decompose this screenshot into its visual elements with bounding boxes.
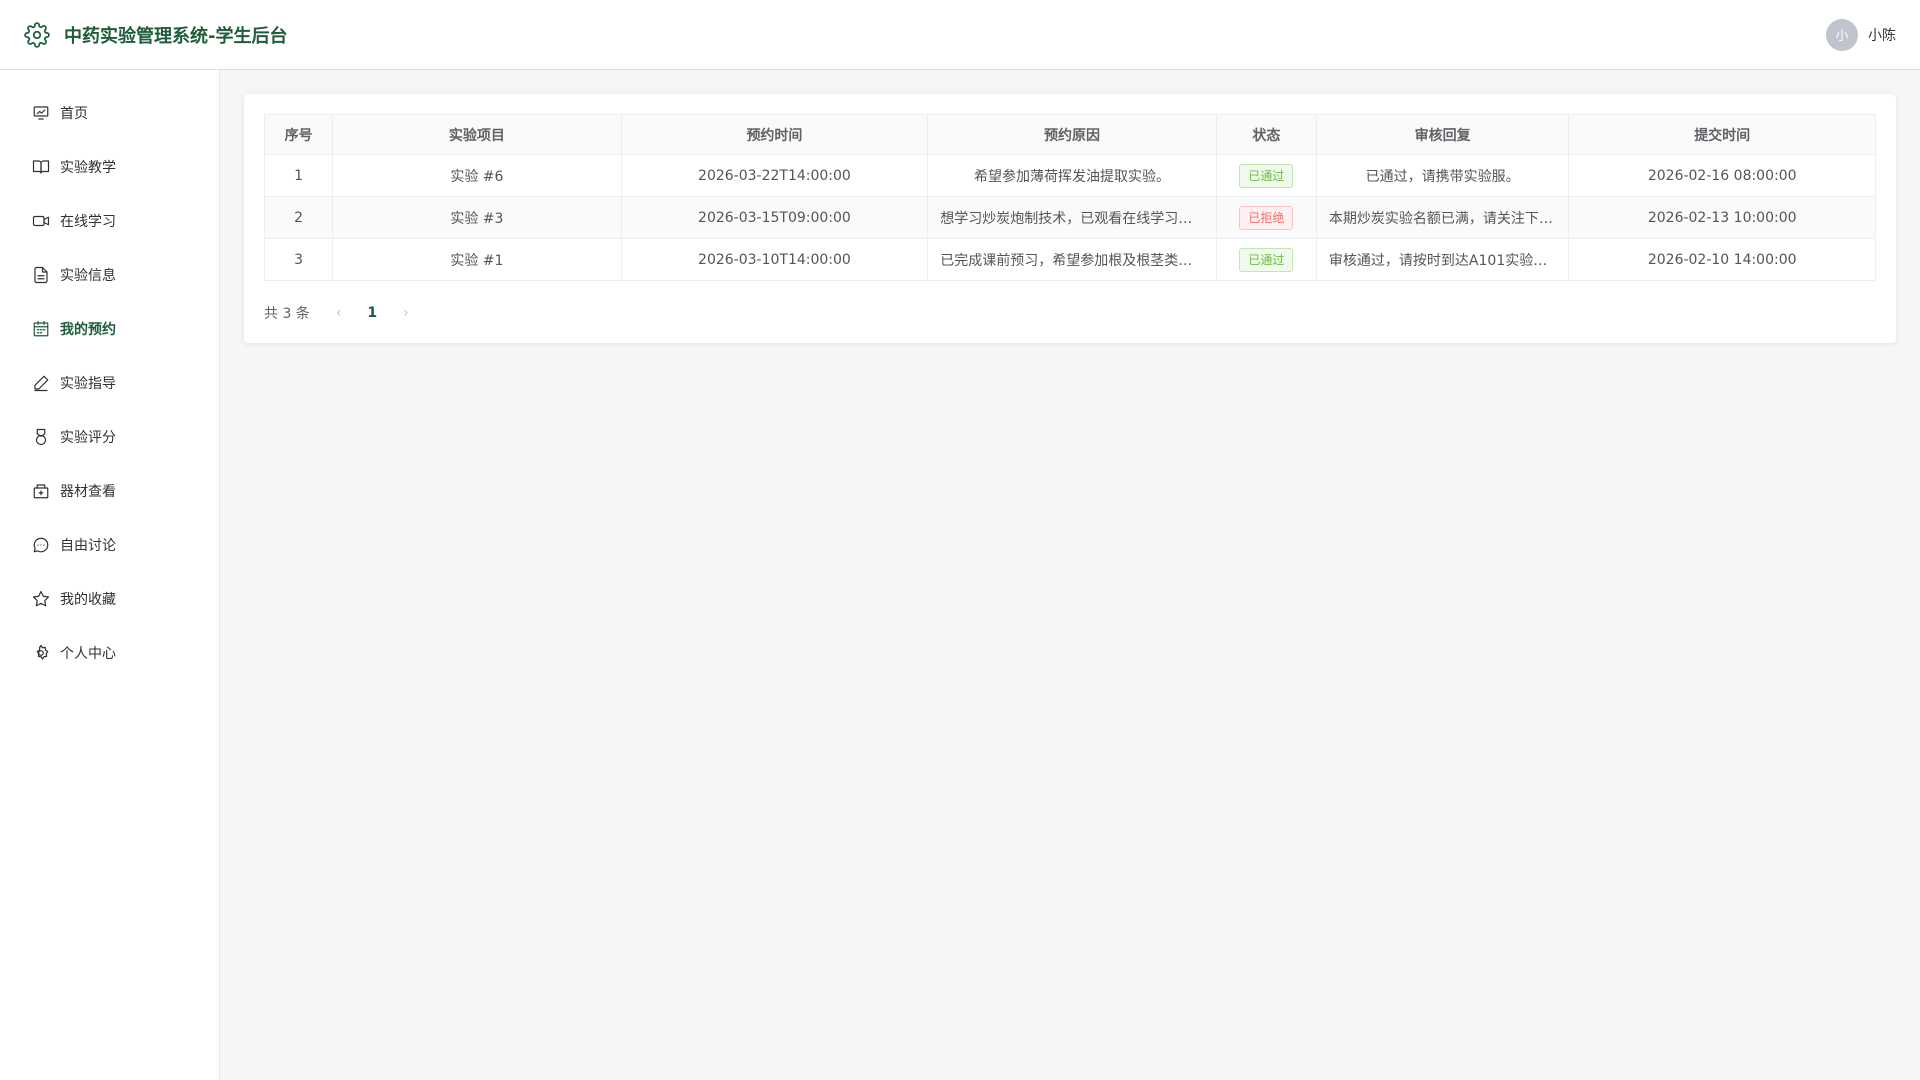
cell-reason: 希望参加薄荷挥发油提取实验。	[927, 154, 1217, 197]
sidebar-item-label: 首页	[60, 106, 88, 122]
cell-status: 已通过	[1215, 238, 1317, 281]
settings-icon	[36, 644, 49, 660]
book-icon	[32, 160, 50, 174]
home-chart-icon	[33, 106, 49, 120]
cell-index: 1	[263, 154, 334, 197]
cell-reply: 审核通过，请按时到达A101实验…	[1315, 238, 1570, 281]
sidebar-item-experiment-info[interactable]: 实验信息	[0, 248, 219, 302]
column-header-index: 序号	[263, 114, 334, 155]
sidebar-item-label: 实验教学	[60, 160, 116, 176]
cell-reply: 本期炒炭实验名额已满，请关注下…	[1315, 196, 1570, 239]
cell-status: 已通过	[1215, 154, 1317, 197]
cell-project: 实验 #6	[332, 154, 622, 197]
sidebar-item-teaching[interactable]: 实验教学	[0, 140, 219, 194]
sidebar-item-equipment[interactable]: 器材查看	[0, 464, 219, 518]
cell-index: 2	[263, 196, 334, 239]
pagination-total: 共 3 条	[264, 306, 310, 322]
sidebar-item-label: 实验评分	[60, 430, 116, 446]
status-badge: 已通过	[1239, 163, 1294, 188]
column-header-project: 实验项目	[332, 114, 622, 155]
cell-project: 实验 #1	[332, 238, 622, 281]
cell-reply: 已通过，请携带实验服。	[1315, 154, 1570, 197]
brand: 中药实验管理系统-学生后台	[24, 21, 288, 48]
username[interactable]: 小陈	[1868, 25, 1896, 45]
column-header-reply: 审核回复	[1315, 114, 1570, 155]
cell-reservation-time: 2026-03-22T14:00:00	[620, 154, 929, 197]
column-header-status: 状态	[1215, 114, 1317, 155]
sidebar-item-discussion[interactable]: 自由讨论	[0, 518, 219, 572]
calendar-icon	[33, 320, 49, 337]
cell-submitted-time: 2026-02-10 14:00:00	[1568, 238, 1876, 281]
reservations-table: 序号 实验项目 预约时间 预约原因 状态 审核回复 提交时间 1 实验 #6 2…	[263, 114, 1876, 281]
column-header-reason: 预约原因	[927, 114, 1217, 155]
sidebar-item-label: 我的收藏	[60, 592, 116, 608]
sidebar-item-label: 在线学习	[60, 214, 116, 230]
video-camera-icon	[32, 215, 50, 227]
pagination: 共 3 条 ‹ 1 ›	[264, 303, 1876, 323]
cell-index: 3	[263, 238, 334, 281]
page-number-button[interactable]: 1	[367, 305, 377, 321]
sidebar-item-favorites[interactable]: 我的收藏	[0, 572, 219, 626]
box-icon	[33, 484, 49, 499]
status-badge: 已拒绝	[1239, 205, 1294, 230]
cell-submitted-time: 2026-02-16 08:00:00	[1568, 154, 1876, 197]
sidebar-item-label: 实验信息	[60, 268, 116, 284]
sidebar-item-label: 自由讨论	[60, 538, 116, 554]
edit-pen-icon	[34, 375, 49, 392]
status-badge: 已通过	[1239, 247, 1294, 272]
cell-reason: 想学习炒炭炮制技术，已观看在线学习…	[927, 196, 1217, 239]
sidebar-item-label: 个人中心	[60, 646, 116, 662]
cell-project: 实验 #3	[332, 196, 622, 239]
sidebar-item-profile[interactable]: 个人中心	[0, 626, 219, 680]
avatar[interactable]: 小	[1826, 18, 1858, 51]
cell-reservation-time: 2026-03-15T09:00:00	[620, 196, 929, 239]
sidebar-item-home[interactable]: 首页	[0, 86, 219, 140]
cell-status: 已拒绝	[1215, 196, 1317, 239]
sidebar-item-label: 实验指导	[60, 376, 116, 392]
column-header-reservation-time: 预约时间	[620, 114, 929, 155]
document-icon	[34, 266, 48, 284]
cell-submitted-time: 2026-02-13 10:00:00	[1568, 196, 1876, 239]
table-row[interactable]: 1 实验 #6 2026-03-22T14:00:00 希望参加薄荷挥发油提取实…	[263, 154, 1876, 197]
sidebar-item-label: 我的预约	[60, 322, 116, 338]
star-icon	[32, 590, 50, 607]
next-page-button[interactable]: ›	[403, 305, 409, 321]
column-header-submitted-time: 提交时间	[1568, 114, 1876, 155]
sidebar-item-my-reservations[interactable]: 我的预约	[0, 302, 219, 356]
sidebar-item-online-learning[interactable]: 在线学习	[0, 194, 219, 248]
medal-icon	[35, 428, 47, 446]
app-title: 中药实验管理系统-学生后台	[64, 25, 288, 47]
prev-page-button[interactable]: ‹	[336, 305, 342, 321]
table-row[interactable]: 3 实验 #1 2026-03-10T14:00:00 已完成课前预习，希望参加…	[263, 238, 1876, 281]
sidebar-item-label: 器材查看	[60, 484, 116, 500]
cell-reason: 已完成课前预习，希望参加根及根茎类…	[927, 238, 1217, 281]
reservations-card: 序号 实验项目 预约时间 预约原因 状态 审核回复 提交时间 1 实验 #6 2…	[244, 94, 1896, 343]
sidebar-item-scoring[interactable]: 实验评分	[0, 410, 219, 464]
top-header: 中药实验管理系统-学生后台 小 小陈	[0, 0, 1920, 70]
chat-icon	[33, 537, 49, 553]
table-header-row: 序号 实验项目 预约时间 预约原因 状态 审核回复 提交时间	[263, 114, 1876, 155]
sidebar: 首页 实验教学 在线学习 实验信息 我的预约 实验指导 实验评分 器材查看 自由…	[0, 70, 220, 1080]
main-content: 序号 实验项目 预约时间 预约原因 状态 审核回复 提交时间 1 实验 #6 2…	[220, 70, 1920, 1080]
sidebar-item-guidance[interactable]: 实验指导	[0, 356, 219, 410]
user-menu[interactable]: 小 小陈	[1826, 18, 1896, 51]
table-row[interactable]: 2 实验 #3 2026-03-15T09:00:00 想学习炒炭炮制技术，已观…	[263, 196, 1876, 239]
gear-icon	[24, 21, 50, 48]
cell-reservation-time: 2026-03-10T14:00:00	[620, 238, 929, 281]
